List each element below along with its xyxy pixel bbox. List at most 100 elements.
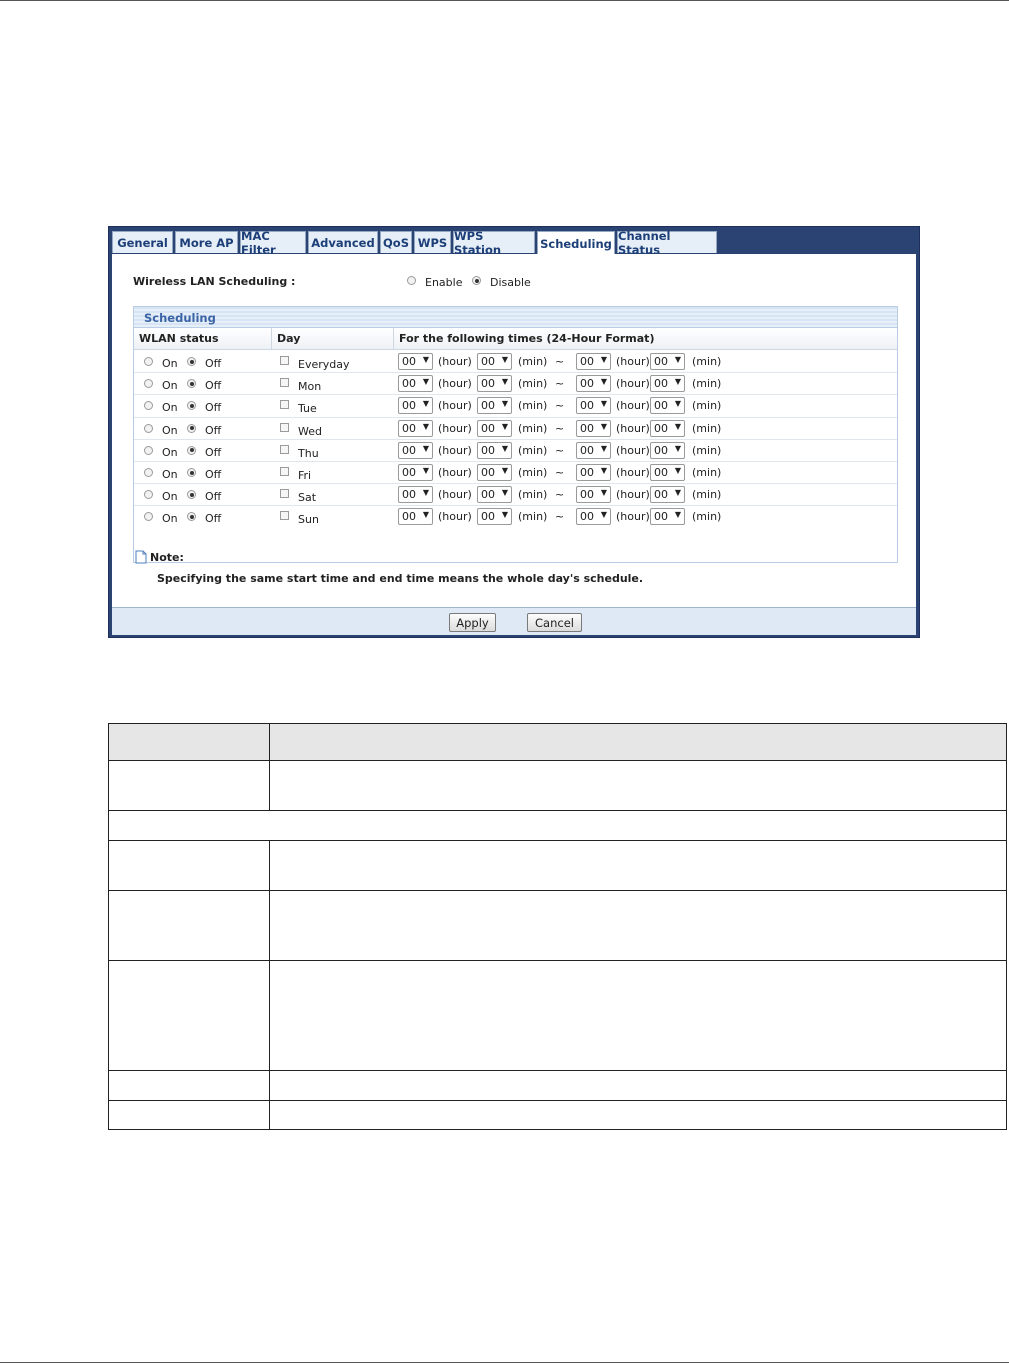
tab-more-ap[interactable]: More AP [175, 231, 238, 253]
start-minute-select[interactable]: 00 ▼ [477, 464, 512, 481]
select-value: 00 [481, 377, 495, 391]
start-minute-select[interactable]: 00 ▼ [477, 486, 512, 504]
start-hour-select[interactable]: 00 ▼ [398, 419, 433, 437]
disable-radio[interactable] [472, 276, 481, 285]
select-value: 00 [580, 399, 594, 413]
day-checkbox[interactable] [280, 378, 289, 388]
end-minute-select[interactable]: 00 ▼ [650, 353, 685, 370]
day-checkbox[interactable] [280, 356, 289, 365]
minute-unit-label: (min) [518, 355, 548, 368]
end-hour-select[interactable]: 00 ▼ [576, 508, 611, 526]
table-column-separator [269, 841, 270, 1130]
dropdown-arrow-icon: ▼ [422, 421, 429, 431]
on-radio[interactable] [144, 401, 153, 411]
on-radio[interactable] [144, 379, 153, 389]
hour-unit-label: (hour) [438, 355, 472, 368]
start-minute-select[interactable]: 00 ▼ [477, 508, 512, 526]
start-hour-select[interactable]: 00 ▼ [398, 508, 433, 526]
col-day: Day [277, 332, 301, 345]
tab-qos[interactable]: QoS [380, 231, 412, 253]
end-minute-select[interactable]: 00 ▼ [650, 464, 685, 481]
start-minute-select[interactable]: 00 ▼ [477, 397, 512, 415]
start-minute-select[interactable]: 00 ▼ [477, 353, 512, 370]
end-hour-select[interactable]: 00 ▼ [576, 486, 611, 504]
start-minute-select[interactable]: 00 ▼ [477, 441, 512, 459]
dropdown-arrow-icon: ▼ [501, 488, 508, 498]
day-label: Wed [298, 424, 322, 438]
start-hour-select[interactable]: 00 ▼ [398, 375, 433, 393]
off-radio[interactable] [187, 379, 196, 389]
dropdown-arrow-icon: ▼ [600, 355, 607, 364]
tab-general[interactable]: General [112, 231, 173, 253]
day-checkbox[interactable] [280, 467, 289, 476]
day-checkbox[interactable] [280, 422, 289, 432]
off-radio[interactable] [187, 423, 196, 433]
tab-advanced[interactable]: Advanced [308, 231, 378, 253]
hour-unit-label: (hour) [616, 399, 650, 413]
on-label: On [162, 468, 178, 481]
end-minute-select[interactable]: 00 ▼ [650, 419, 685, 437]
day-checkbox[interactable] [280, 444, 289, 454]
off-label: Off [205, 357, 222, 370]
end-minute-select[interactable]: 00 ▼ [650, 375, 685, 393]
tab-bar: General More AP MAC Filter Advanced QoS WPS WP… [112, 229, 719, 257]
off-radio[interactable] [187, 445, 196, 455]
start-hour-select[interactable]: 00 ▼ [398, 486, 433, 504]
day-checkbox[interactable] [280, 489, 289, 499]
hour-unit-label: (hour) [438, 399, 472, 413]
range-separator: ~ [555, 443, 565, 457]
on-radio[interactable] [144, 490, 153, 500]
end-minute-select[interactable]: 00 ▼ [650, 441, 685, 459]
select-value: 00 [580, 355, 594, 368]
tab-scheduling[interactable]: Scheduling [537, 231, 615, 255]
cancel-button[interactable]: Cancel [527, 613, 582, 632]
minute-unit-label: (min) [518, 488, 548, 502]
on-radio[interactable] [144, 468, 153, 477]
select-value: 00 [580, 488, 594, 502]
tab-channel-status[interactable]: Channel Status [617, 229, 717, 257]
off-radio[interactable] [187, 357, 196, 366]
start-hour-select[interactable]: 00 ▼ [398, 353, 433, 370]
start-minute-select[interactable]: 00 ▼ [477, 419, 512, 437]
note-text: Specifying the same start time and end t… [157, 572, 644, 585]
on-radio[interactable] [144, 423, 153, 433]
start-hour-select[interactable]: 00 ▼ [398, 464, 433, 481]
dropdown-arrow-icon: ▼ [501, 377, 508, 387]
off-radio[interactable] [187, 468, 196, 477]
on-radio[interactable] [144, 357, 153, 366]
dropdown-arrow-icon: ▼ [501, 355, 508, 364]
start-minute-select[interactable]: 00 ▼ [477, 375, 512, 393]
enable-radio[interactable] [407, 276, 416, 285]
off-radio[interactable] [187, 401, 196, 411]
minute-unit-label: (min) [692, 510, 722, 524]
end-minute-select[interactable]: 00 ▼ [650, 397, 685, 415]
on-radio[interactable] [144, 512, 153, 522]
end-minute-select[interactable]: 00 ▼ [650, 486, 685, 504]
start-hour-select[interactable]: 00 ▼ [398, 441, 433, 459]
scheduling-section: Scheduling WLAN status Day For the follo… [133, 306, 898, 563]
minute-unit-label: (min) [692, 421, 722, 435]
end-hour-select[interactable]: 00 ▼ [576, 353, 611, 370]
apply-button[interactable]: Apply [449, 613, 496, 632]
tab-mac-filter[interactable]: MAC Filter [240, 229, 306, 257]
range-separator: ~ [555, 377, 565, 391]
on-radio[interactable] [144, 445, 153, 455]
select-value: 00 [402, 443, 416, 457]
day-checkbox[interactable] [280, 400, 289, 410]
day-checkbox[interactable] [280, 511, 289, 521]
hour-unit-label: (hour) [438, 377, 472, 391]
end-hour-select[interactable]: 00 ▼ [576, 397, 611, 415]
end-hour-select[interactable]: 00 ▼ [576, 419, 611, 437]
end-hour-select[interactable]: 00 ▼ [576, 375, 611, 393]
end-hour-select[interactable]: 00 ▼ [576, 441, 611, 459]
tab-wps[interactable]: WPS [414, 231, 451, 253]
off-radio[interactable] [187, 490, 196, 500]
off-label: Off [205, 445, 222, 459]
off-radio[interactable] [187, 512, 196, 522]
start-hour-select[interactable]: 00 ▼ [398, 397, 433, 415]
minute-unit-label: (min) [692, 488, 722, 502]
col-separator [393, 328, 394, 350]
end-minute-select[interactable]: 00 ▼ [650, 508, 685, 526]
end-hour-select[interactable]: 00 ▼ [576, 464, 611, 481]
tab-wps-station[interactable]: WPS Station [453, 229, 535, 257]
